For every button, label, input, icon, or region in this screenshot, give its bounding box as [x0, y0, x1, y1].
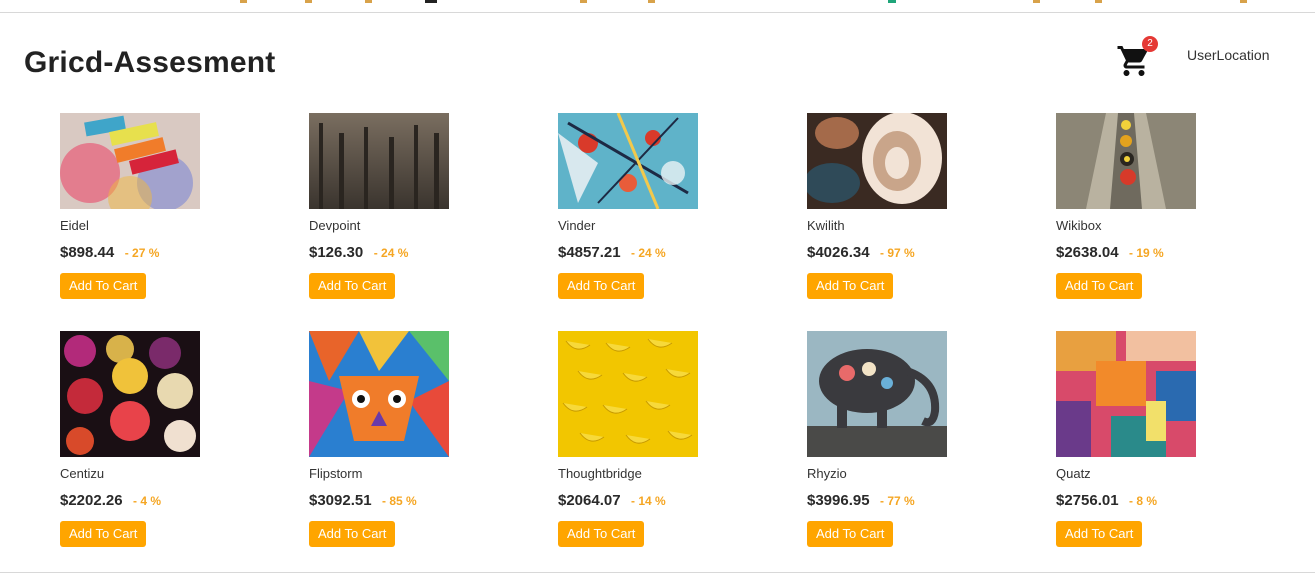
product-price: $4026.34: [807, 244, 870, 261]
product-card: Devpoint $126.30 - 24 % Add To Cart: [309, 113, 558, 331]
product-card: Rhyzio $3996.95 - 77 % Add To Cart: [807, 331, 1056, 547]
user-location-link[interactable]: UserLocation: [1187, 47, 1270, 63]
product-image[interactable]: [1056, 331, 1196, 457]
add-to-cart-button[interactable]: Add To Cart: [1056, 273, 1143, 299]
product-price: $2638.04: [1056, 244, 1119, 261]
page-bottom-divider: [0, 572, 1315, 573]
product-price: $898.44: [60, 244, 115, 261]
product-card: Centizu $2202.26 - 4 % Add To Cart: [60, 331, 309, 547]
price-line: $3996.95 - 77 %: [807, 492, 1056, 512]
product-discount: - 8 %: [1129, 494, 1158, 508]
product-grid: Eidel $898.44 - 27 % Add To Cart Devpoin…: [60, 113, 1260, 547]
product-image[interactable]: [807, 113, 947, 209]
price-line: $4857.21 - 24 %: [558, 244, 807, 264]
product-image[interactable]: [60, 113, 200, 209]
cart-count-badge: 2: [1142, 36, 1158, 52]
product-card: Vinder $4857.21 - 24 % Add To Cart: [558, 113, 807, 331]
app-title: Gricd-Assesment: [24, 46, 276, 79]
product-name: Vinder: [558, 218, 596, 233]
product-card: Flipstorm $3092.51 - 85 % Add To Cart: [309, 331, 558, 547]
add-to-cart-button[interactable]: Add To Cart: [807, 521, 894, 547]
product-discount: - 97 %: [880, 246, 915, 260]
product-discount: - 14 %: [631, 494, 666, 508]
product-price: $4857.21: [558, 244, 621, 261]
product-discount: - 85 %: [382, 494, 417, 508]
add-to-cart-button[interactable]: Add To Cart: [558, 521, 645, 547]
product-price: $2202.26: [60, 492, 123, 509]
product-discount: - 4 %: [133, 494, 162, 508]
price-line: $2064.07 - 14 %: [558, 492, 807, 512]
product-name: Quatz: [1056, 466, 1091, 481]
product-image[interactable]: [558, 331, 698, 457]
product-discount: - 77 %: [880, 494, 915, 508]
price-line: $2756.01 - 8 %: [1056, 492, 1305, 512]
product-price: $3092.51: [309, 492, 372, 509]
product-name: Devpoint: [309, 218, 361, 233]
product-card: Quatz $2756.01 - 8 % Add To Cart: [1056, 331, 1305, 547]
product-discount: - 19 %: [1129, 246, 1164, 260]
price-line: $126.30 - 24 %: [309, 244, 558, 264]
product-name: Kwilith: [807, 218, 845, 233]
product-image[interactable]: [1056, 113, 1196, 209]
price-line: $2202.26 - 4 %: [60, 492, 309, 512]
product-name: Thoughtbridge: [558, 466, 642, 481]
product-price: $126.30: [309, 244, 364, 261]
browser-bookmarks-strip: [0, 0, 1315, 13]
price-line: $4026.34 - 97 %: [807, 244, 1056, 264]
product-card: Wikibox $2638.04 - 19 % Add To Cart: [1056, 113, 1305, 331]
product-image[interactable]: [558, 113, 698, 209]
add-to-cart-button[interactable]: Add To Cart: [1056, 521, 1143, 547]
product-image[interactable]: [309, 331, 449, 457]
product-price: $2756.01: [1056, 492, 1119, 509]
product-name: Eidel: [60, 218, 89, 233]
product-card: Eidel $898.44 - 27 % Add To Cart: [60, 113, 309, 331]
price-line: $2638.04 - 19 %: [1056, 244, 1305, 264]
product-image[interactable]: [60, 331, 200, 457]
product-discount: - 24 %: [373, 246, 409, 260]
product-name: Flipstorm: [309, 466, 363, 481]
add-to-cart-button[interactable]: Add To Cart: [558, 273, 645, 299]
add-to-cart-button[interactable]: Add To Cart: [60, 521, 147, 547]
product-name: Rhyzio: [807, 466, 847, 481]
add-to-cart-button[interactable]: Add To Cart: [309, 521, 396, 547]
product-price: $3996.95: [807, 492, 870, 509]
product-name: Centizu: [60, 466, 105, 481]
add-to-cart-button[interactable]: Add To Cart: [807, 273, 894, 299]
product-image[interactable]: [309, 113, 449, 209]
add-to-cart-button[interactable]: Add To Cart: [60, 273, 147, 299]
price-line: $3092.51 - 85 %: [309, 492, 558, 512]
product-price: $2064.07: [558, 492, 621, 509]
product-image[interactable]: [807, 331, 947, 457]
product-discount: - 27 %: [124, 246, 160, 260]
product-discount: - 24 %: [631, 246, 666, 260]
add-to-cart-button[interactable]: Add To Cart: [309, 273, 396, 299]
app-header: Gricd-Assesment 2 UserLocation: [0, 13, 1315, 103]
cart-button[interactable]: 2: [1116, 36, 1158, 82]
price-line: $898.44 - 27 %: [60, 244, 309, 264]
product-card: Kwilith $4026.34 - 97 % Add To Cart: [807, 113, 1056, 331]
product-card: Thoughtbridge $2064.07 - 14 % Add To Car…: [558, 331, 807, 547]
product-name: Wikibox: [1056, 218, 1102, 233]
